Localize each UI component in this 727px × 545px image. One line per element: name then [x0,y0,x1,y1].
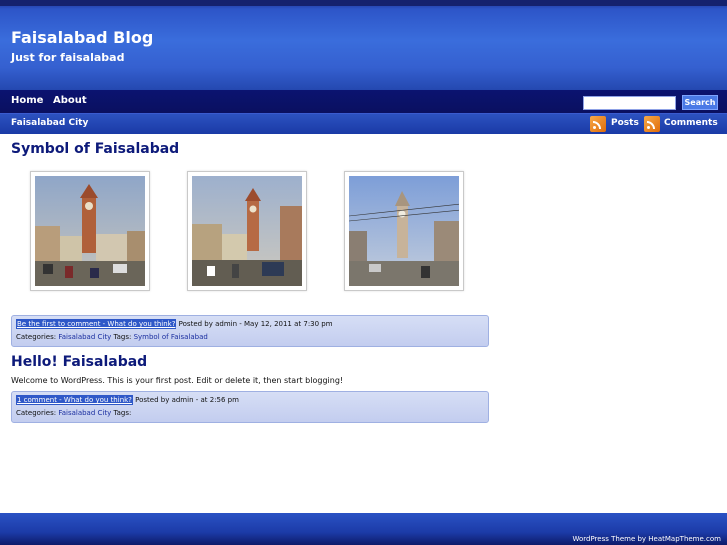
tags-label: Tags: [113,409,132,417]
site-tagline: Just for faisalabad [11,51,125,64]
categories-label: Categories: [16,409,57,417]
category-link[interactable]: Faisalabad City [58,409,111,417]
nav-about-link[interactable]: About [53,95,87,106]
comments-link[interactable]: 1 comment - What do you think? [16,395,133,405]
footer-credit[interactable]: WordPress Theme by HeatMapTheme.com [572,535,721,543]
post-body: Welcome to WordPress. This is your first… [11,376,344,385]
site-title[interactable]: Faisalabad Blog [11,28,153,47]
comments-link[interactable]: Be the first to comment - What do you th… [16,319,177,329]
site-header: Faisalabad Blog Just for faisalabad [0,0,727,90]
rss-icon[interactable] [644,116,660,132]
post-byline: Posted by admin - at 2:56 pm [135,396,239,404]
post-byline: Posted by admin - May 12, 2011 at 7:30 p… [178,320,333,328]
category-link-faisalabad-city[interactable]: Faisalabad City [11,118,88,128]
search-button[interactable]: Search [682,95,718,110]
search-input[interactable] [583,96,676,110]
posts-feed-link[interactable]: Posts [611,118,639,128]
post-meta: Be the first to comment - What do you th… [11,315,489,347]
category-link[interactable]: Faisalabad City [58,333,111,341]
post-title[interactable]: Symbol of Faisalabad [11,141,179,157]
rss-icon[interactable] [590,116,606,132]
category-bar: Faisalabad City Posts Comments [0,114,727,134]
categories-label: Categories: [16,333,57,341]
clock-tower-photo [192,176,302,286]
tags-label: Tags: [113,333,132,341]
post-title[interactable]: Hello! Faisalabad [11,354,147,370]
nav-home-link[interactable]: Home [11,95,43,106]
gallery-thumbnail[interactable] [187,171,307,291]
gallery-thumbnail[interactable] [30,171,150,291]
site-footer: WordPress Theme by HeatMapTheme.com [0,513,727,545]
gallery-thumbnail[interactable] [344,171,464,291]
clock-tower-photo [35,176,145,286]
tag-link[interactable]: Symbol of Faisalabad [134,333,208,341]
comments-feed-link[interactable]: Comments [664,118,718,128]
clock-tower-photo [349,176,459,286]
post-meta: 1 comment - What do you think? Posted by… [11,391,489,423]
